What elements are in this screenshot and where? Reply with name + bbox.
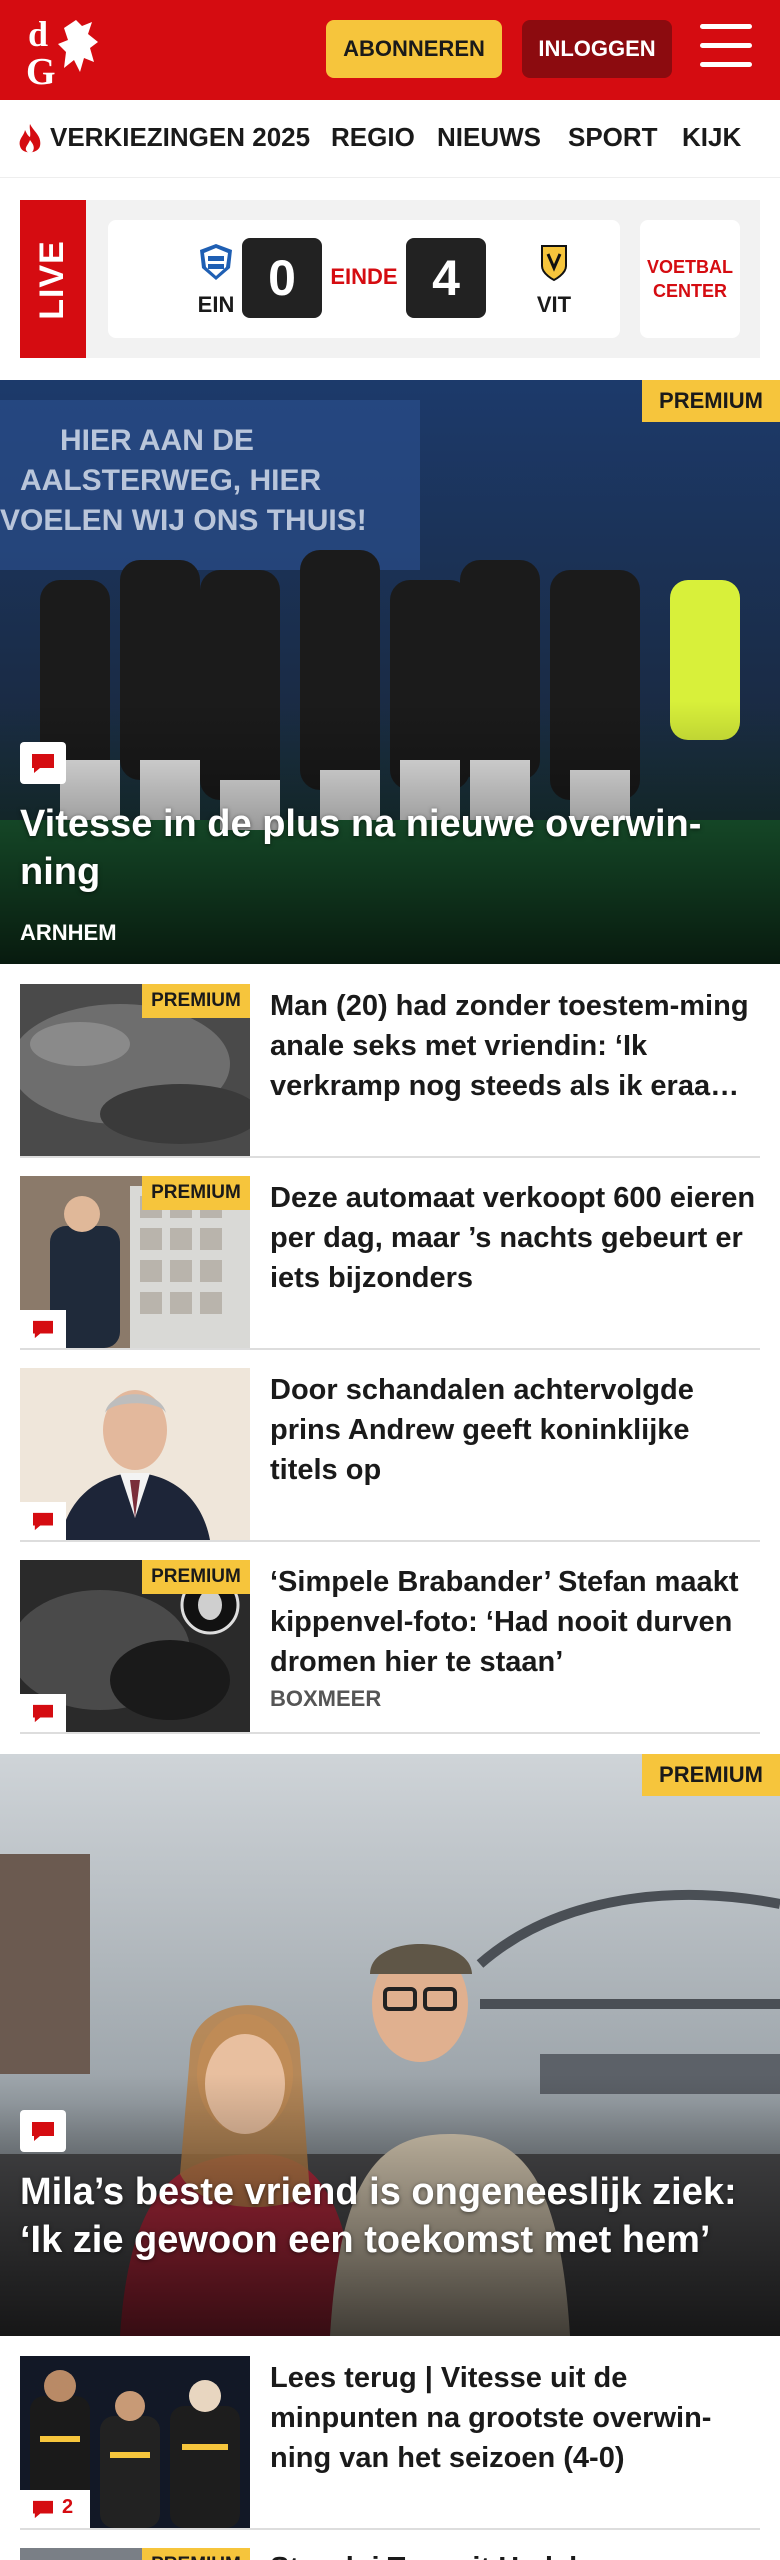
- away-score: 4: [406, 238, 486, 318]
- article-headline[interactable]: Deze automaat verkoopt 600 eieren per da…: [270, 1178, 760, 1298]
- voetbal-center-button[interactable]: VOETBAL CENTER: [640, 220, 740, 338]
- premium-badge: PREMIUM: [642, 1754, 780, 1796]
- article-location: BOXMEER: [270, 1686, 382, 1711]
- vitesse-team-logo-icon: [541, 245, 567, 282]
- flame-icon: [19, 124, 41, 153]
- home-score: 0: [242, 238, 322, 318]
- article-headline[interactable]: Man (20) had zonder toestem-ming anale s…: [270, 986, 760, 1106]
- comment-icon: [20, 2110, 66, 2152]
- away-team-name: VIT: [536, 292, 572, 317]
- home-team-name: EIN: [197, 292, 235, 317]
- comment-icon: 2: [20, 2490, 90, 2528]
- svg-text:G: G: [26, 51, 56, 90]
- hero-article-vitesse[interactable]: HIER AAN DE AALSTERWEG, HIER VOELEN WIJ …: [0, 380, 780, 964]
- site-header: d G ABONNEREN INLOGGEN: [0, 0, 780, 100]
- hero-headline[interactable]: Mila’s beste vriend is ongeneeslijk ziek…: [20, 2168, 760, 2264]
- premium-badge: PREMIUM: [142, 1176, 250, 1210]
- nav-item-kijk[interactable]: KIJK: [682, 122, 741, 153]
- article-item[interactable]: PREMIUM Man (20) had zonder toestem-ming…: [20, 966, 760, 1158]
- article-thumbnail: PREMIUM: [20, 984, 250, 1156]
- hamburger-menu-icon[interactable]: [700, 24, 752, 70]
- premium-badge: PREMIUM: [142, 2548, 250, 2560]
- comment-icon: [20, 1310, 66, 1348]
- main-nav: VERKIEZINGEN 2025 REGIO NIEUWS SPORT KIJ…: [0, 100, 780, 178]
- nav-item-regio[interactable]: REGIO: [331, 122, 415, 153]
- article-thumbnail: [20, 1368, 250, 1540]
- hero-headline[interactable]: Vitesse in de plus na nieuwe overwin-nin…: [20, 800, 760, 896]
- premium-badge: PREMIUM: [142, 1560, 250, 1594]
- svg-text:d: d: [28, 14, 48, 54]
- comment-count: 2: [62, 2496, 74, 2518]
- article-headline[interactable]: Lees terug | Vitesse uit de minpunten na…: [270, 2358, 760, 2478]
- nav-item-verkiezingen[interactable]: VERKIEZINGEN 2025: [50, 122, 310, 153]
- article-headline[interactable]: Door schandalen achtervolgde prins Andre…: [270, 1370, 760, 1490]
- match-status: EINDE: [330, 264, 398, 289]
- site-logo[interactable]: d G: [24, 12, 114, 93]
- comment-icon: [20, 1694, 66, 1732]
- article-item[interactable]: 2 Lees terug | Vitesse uit de minpunten …: [20, 2338, 760, 2530]
- article-thumbnail: 2: [20, 2356, 250, 2528]
- article-thumbnail: PREMIUM: [20, 1560, 250, 1732]
- article-thumbnail: PREMIUM: [20, 1176, 250, 1348]
- article-headline[interactable]: ‘Simpele Brabander’ Stefan maakt kippenv…: [270, 1562, 760, 1682]
- nav-item-sport[interactable]: SPORT: [568, 122, 658, 153]
- login-button[interactable]: INLOGGEN: [522, 20, 672, 78]
- comment-icon: [20, 1502, 66, 1540]
- hero-article-mila[interactable]: PREMIUM Mila’s beste vriend is ongeneesl…: [0, 1754, 780, 2336]
- live-score-widget: LIVE EIN 0 EINDE 4 VIT VOETBAL CENTER: [20, 200, 760, 358]
- article-item[interactable]: PREMIUM Stuurlui Tom uit Hedel: [20, 2530, 760, 2560]
- comment-icon: [20, 742, 66, 784]
- article-item[interactable]: PREMIUM Deze automaat verkoopt 600 eiere…: [20, 1158, 760, 1350]
- nav-item-nieuws[interactable]: NIEUWS: [437, 122, 541, 153]
- match-score-card[interactable]: EIN 0 EINDE 4 VIT: [108, 220, 620, 338]
- subscribe-button[interactable]: ABONNEREN: [326, 20, 502, 78]
- psv-team-logo-icon: [200, 244, 232, 280]
- premium-badge: PREMIUM: [642, 380, 780, 422]
- article-item[interactable]: Door schandalen achtervolgde prins Andre…: [20, 1350, 760, 1542]
- live-badge: LIVE: [20, 200, 86, 358]
- hero-location: ARNHEM: [20, 920, 117, 945]
- premium-badge: PREMIUM: [142, 984, 250, 1018]
- article-item[interactable]: PREMIUM ‘Simpele Brabander’ Stefan maakt…: [20, 1542, 760, 1734]
- article-thumbnail: PREMIUM: [20, 2548, 250, 2560]
- article-headline[interactable]: Stuurlui Tom uit Hedel: [270, 2548, 760, 2560]
